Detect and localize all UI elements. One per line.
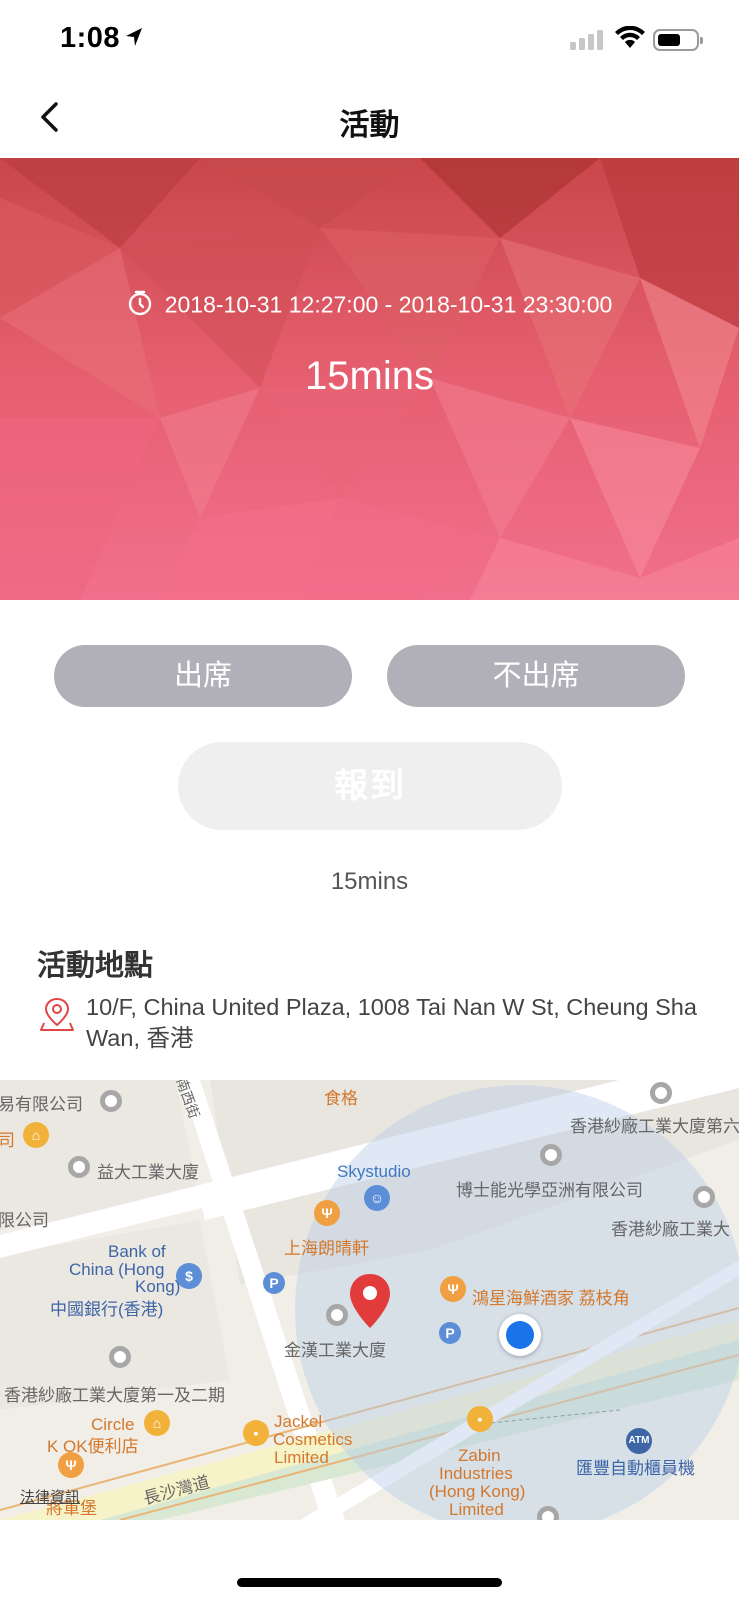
location-address: 10/F, China United Plaza, 1008 Tai Nan W… (86, 994, 697, 1051)
parking-icon: P (439, 1322, 461, 1344)
clock-icon (128, 290, 151, 316)
shopping-basket-icon: ⌂ (144, 1410, 170, 1436)
map-label: 香港紗廠工業大廈第一及二期 (4, 1386, 225, 1405)
poi-icon (68, 1156, 90, 1178)
map-label: 鴻星海鮮酒家 荔枝角 (472, 1289, 630, 1308)
page-title: 活動 (339, 109, 400, 142)
map-label: 香港紗廠工業大 (611, 1220, 730, 1239)
map-label: 司 (0, 1131, 15, 1150)
legal-link[interactable]: 法律資訊 (20, 1486, 80, 1507)
restaurant-icon: Ψ (58, 1452, 84, 1478)
map-label: 香港紗廠工業大廈第六 (570, 1117, 739, 1136)
wifi-icon (615, 26, 645, 48)
map-label: Limited (274, 1448, 329, 1467)
event-banner: 2018-10-31 12:27:00 - 2018-10-31 23:30:0… (0, 158, 739, 600)
map-label: 博士能光學亞洲有限公司 (456, 1181, 643, 1200)
map-label: Industries (439, 1464, 513, 1483)
home-indicator[interactable] (237, 1578, 502, 1587)
event-duration: 15mins (305, 354, 434, 398)
map-label: 限公司 (0, 1211, 49, 1230)
event-location-pin-icon (350, 1274, 390, 1328)
nav-bar: 活動 (0, 80, 739, 158)
checkin-button[interactable]: 報到 (178, 742, 562, 830)
home-area (0, 1520, 739, 1600)
restaurant-icon: Ψ (440, 1276, 466, 1302)
map-label: Cosmetics (273, 1430, 353, 1449)
map-label: Jackel (274, 1412, 323, 1431)
map-label: Kong) (135, 1277, 181, 1296)
skystudio-icon: ☺ (364, 1185, 390, 1211)
shopping-bag-icon: ▪ (467, 1406, 493, 1432)
poi-icon (100, 1090, 122, 1112)
location-arrow-icon (126, 28, 142, 46)
atm-icon: ATM (626, 1428, 652, 1454)
poi-icon (650, 1082, 672, 1104)
poi-icon (109, 1346, 131, 1368)
attend-button[interactable]: 出席 (54, 645, 352, 707)
shopping-basket-icon: ⌂ (23, 1122, 49, 1148)
bank-icon: $ (176, 1263, 202, 1289)
map-label: 金漢工業大廈 (284, 1341, 386, 1360)
map-label: Skystudio (337, 1162, 411, 1181)
status-time: 1:08 (60, 22, 121, 54)
map-label: 上海朗晴軒 (284, 1239, 369, 1258)
map-label: Bank of (108, 1242, 166, 1261)
map-label: 中國銀行(香港) (50, 1300, 164, 1319)
map-label: Zabin (458, 1446, 501, 1465)
map-pin-icon (40, 997, 74, 1031)
shopping-bag-icon: ▪ (243, 1420, 269, 1446)
parking-icon: P (263, 1272, 285, 1294)
map-label: K OK便利店 (47, 1437, 139, 1456)
map-label: 易有限公司 (0, 1095, 83, 1114)
signal-icon (570, 28, 604, 50)
battery-icon (653, 29, 703, 51)
map-label: 匯豐自動櫃員機 (576, 1459, 695, 1478)
status-bar: 1:08 (0, 0, 739, 80)
time-range-text: 2018-10-31 12:27:00 - 2018-10-31 23:30:0… (164, 291, 613, 318)
map-label: 食格 (324, 1089, 358, 1108)
poi-icon (326, 1304, 348, 1326)
event-map[interactable]: 易有限公司 司 益大工業大廈 限公司 Bank of China (Hong K… (0, 1080, 739, 1520)
map-label: 益大工業大廈 (97, 1163, 199, 1182)
map-label: Limited (449, 1500, 504, 1519)
map-label: (Hong Kong) (429, 1482, 526, 1501)
user-location-dot (499, 1314, 541, 1356)
poi-icon (693, 1186, 715, 1208)
location-heading: 活動地點 (37, 950, 154, 982)
absent-button[interactable]: 不出席 (387, 645, 685, 707)
poi-icon (540, 1144, 562, 1166)
event-time-range: 2018-10-31 12:27:00 - 2018-10-31 23:30:0… (0, 290, 739, 318)
remaining-time: 15mins (330, 868, 409, 895)
restaurant-icon: Ψ (314, 1200, 340, 1226)
